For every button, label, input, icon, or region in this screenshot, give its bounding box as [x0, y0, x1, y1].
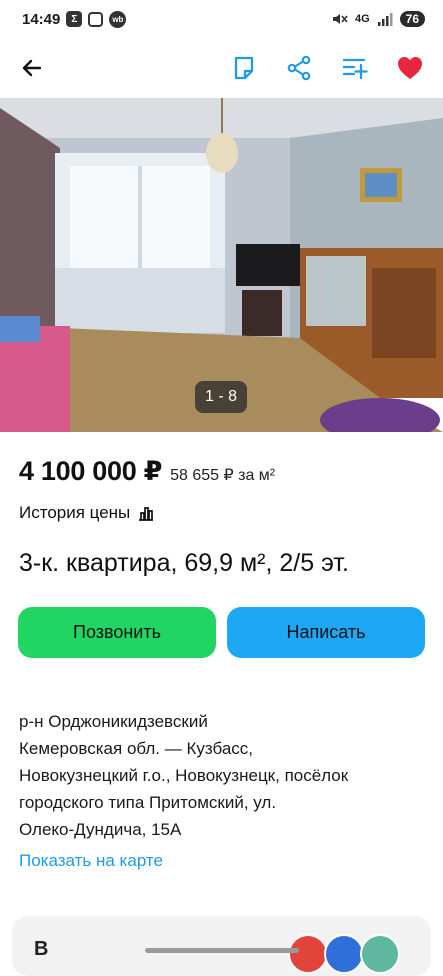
avatar [324, 934, 364, 974]
price-per-m2: 58 655 ₽ за м² [170, 467, 276, 484]
home-indicator[interactable] [145, 948, 299, 953]
price-history-label: История цены [19, 503, 131, 522]
address-line: Новокузнецкий г.о., Новокузнецк, посёлок [19, 766, 349, 785]
price: 4 100 000 ₽ [19, 456, 163, 486]
app-bar [0, 38, 443, 98]
listing-title: 3-к. квартира, 69,9 м², 2/5 эт. [19, 549, 349, 577]
address-line: городского типа Притомский, ул. [19, 793, 277, 812]
heart-icon[interactable] [394, 52, 426, 84]
show-on-map-link[interactable]: Показать на карте [19, 851, 163, 871]
instagram-icon [88, 11, 104, 27]
network-type: 4G [354, 13, 370, 25]
bar-chart-icon [139, 507, 154, 521]
note-icon[interactable] [228, 52, 260, 84]
battery-level: 76 [399, 11, 425, 27]
price-history-link[interactable]: История цены [19, 503, 155, 523]
status-bar: 14:49 Σ wb 4G 76 [0, 0, 443, 38]
card-title-letter: В [34, 938, 49, 960]
photo-counter: 1 - 8 [195, 381, 247, 413]
address-line: р-н Орджоникидзевский [19, 712, 208, 731]
wb-icon: wb [109, 10, 127, 28]
message-button[interactable]: Написать [227, 607, 425, 658]
avatar [288, 934, 328, 974]
status-time: 14:49 [22, 10, 61, 28]
avatar [360, 934, 400, 974]
back-arrow-icon[interactable] [16, 52, 48, 84]
sigma-icon: Σ [66, 11, 83, 27]
address-line: Кемеровская обл. — Кузбасс, [19, 739, 253, 758]
price-row: 4 100 000 ₽ 58 655 ₽ за м² [19, 456, 275, 487]
share-icon[interactable] [283, 52, 315, 84]
call-button[interactable]: Позвонить [18, 607, 216, 658]
compare-icon[interactable] [339, 52, 371, 84]
signal-icon [377, 13, 393, 26]
mute-icon [332, 14, 348, 24]
address-line: Олеко-Дундича, 15А [19, 820, 182, 839]
address: р-н Орджоникидзевский Кемеровская обл. —… [19, 708, 429, 843]
